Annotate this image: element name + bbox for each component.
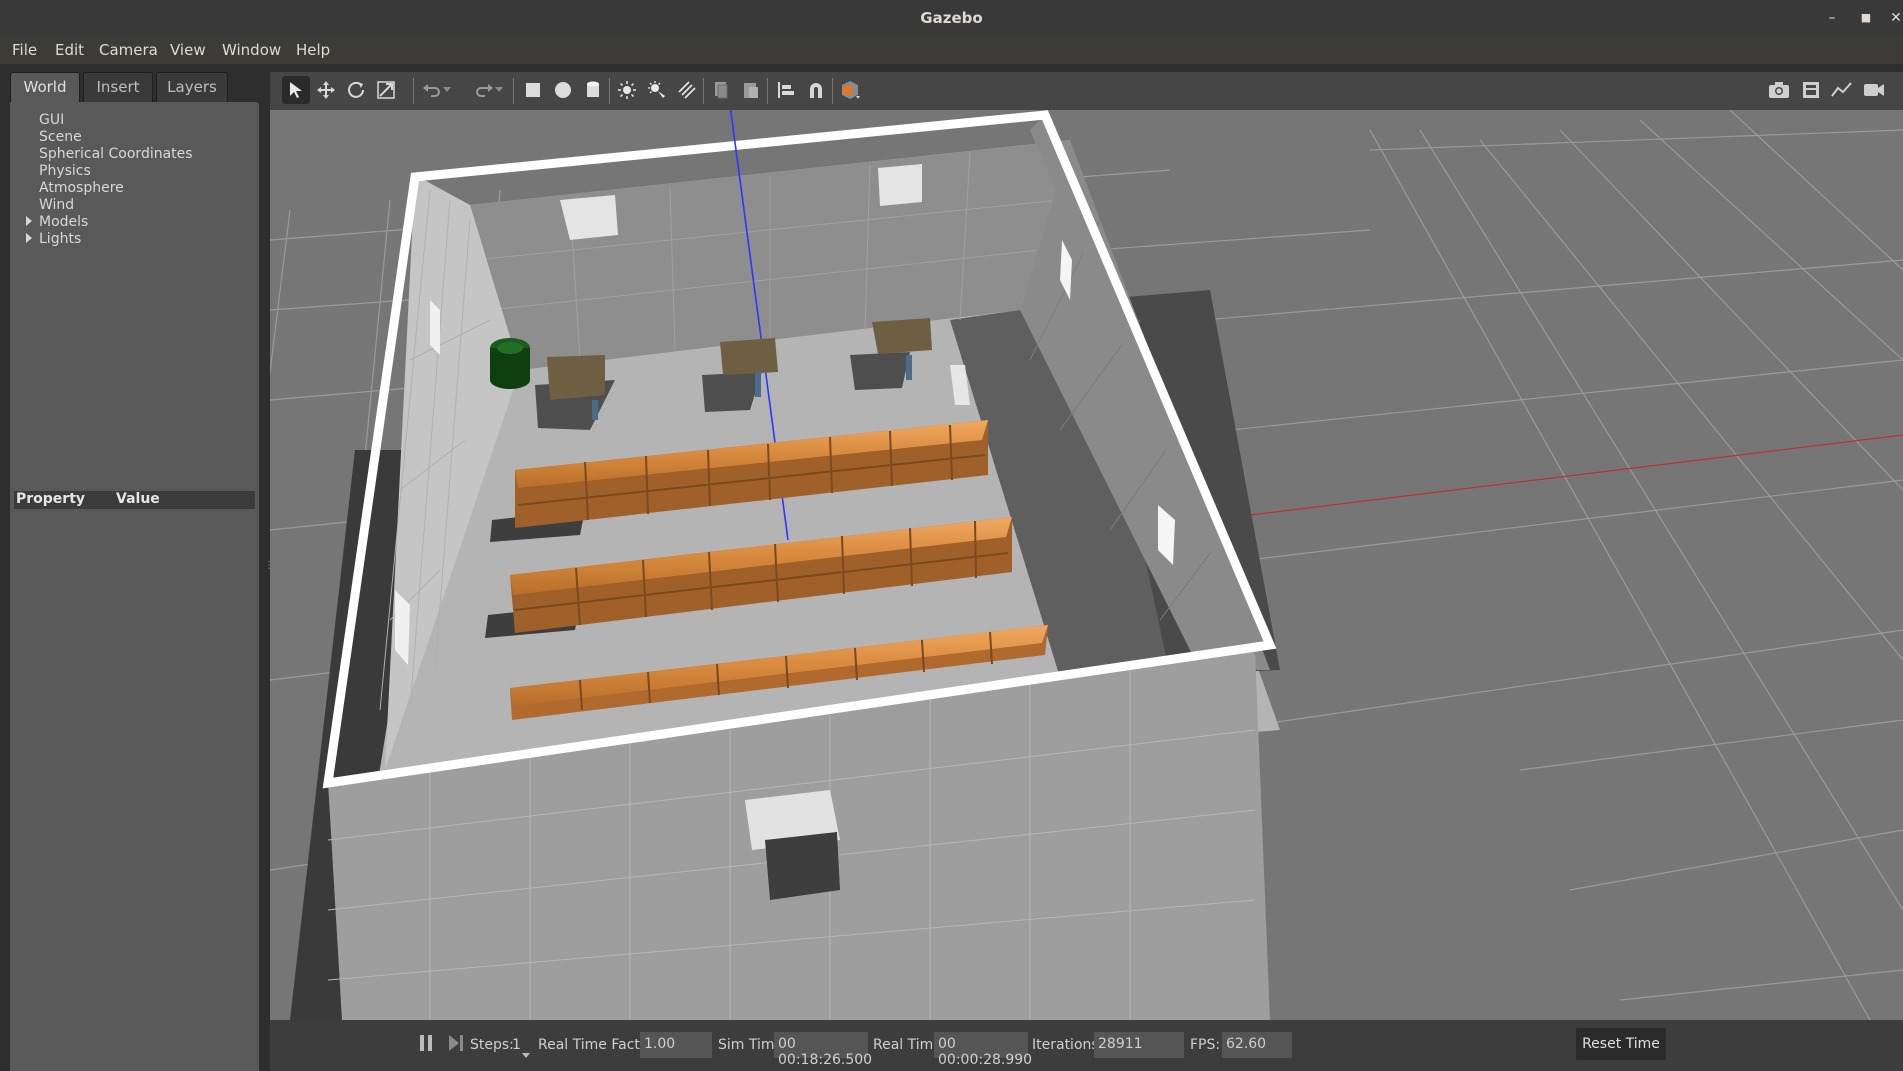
steps-dropdown-icon[interactable] <box>522 1044 530 1063</box>
tree-item-scene[interactable]: Scene <box>39 129 82 145</box>
menu-camera[interactable]: Camera <box>99 41 158 59</box>
property-column-header: Property <box>16 491 86 507</box>
gazebo-window: Gazebo – ■ ✕ File Edit Camera View Windo… <box>0 0 1903 1071</box>
cylinder-shape-icon[interactable] <box>579 76 607 104</box>
window-title: Gazebo <box>920 9 983 27</box>
change-view-icon[interactable] <box>836 76 864 104</box>
real-time-value: 00 00:00:28.990 <box>934 1032 1032 1068</box>
align-icon[interactable] <box>772 76 800 104</box>
left-panel: World Insert Layers GUI Scene Spherical … <box>0 64 264 1071</box>
real-time-factor-value: 1.00 <box>640 1032 712 1058</box>
tab-insert[interactable]: Insert <box>83 72 153 102</box>
wall-window <box>560 195 618 240</box>
reset-time-button[interactable]: Reset Time <box>1576 1028 1666 1060</box>
screenshot-icon[interactable] <box>1765 76 1793 104</box>
tab-world[interactable]: World <box>10 72 80 102</box>
expand-arrow-icon[interactable] <box>26 216 32 226</box>
pause-icon[interactable] <box>418 1034 434 1056</box>
snap-icon[interactable] <box>802 76 830 104</box>
bottom-status-bar: Steps: 1 Real Time Factor: 1.00 Sim Time… <box>270 1020 1903 1071</box>
paste-icon[interactable] <box>737 76 765 104</box>
menu-bar: File Edit Camera View Window Help <box>0 36 1903 64</box>
sim-time-value: 00 00:18:26.500 <box>774 1032 872 1068</box>
wall-window <box>878 164 922 206</box>
front-window <box>765 832 840 900</box>
property-panel: Property Value <box>10 482 259 1071</box>
minimize-icon[interactable]: – <box>1820 6 1844 30</box>
expand-arrow-icon[interactable] <box>26 233 32 243</box>
toolbar-separator <box>767 78 768 104</box>
log-icon[interactable] <box>1797 76 1825 104</box>
title-bar: Gazebo – ■ ✕ <box>0 0 1903 36</box>
fps-label: FPS: <box>1190 1037 1221 1053</box>
maximize-icon[interactable]: ■ <box>1854 6 1878 30</box>
copy-icon[interactable] <box>707 76 735 104</box>
redo-history-dropdown-icon[interactable] <box>492 76 506 104</box>
close-icon[interactable]: ✕ <box>1884 6 1903 30</box>
tree-item-physics[interactable]: Physics <box>39 163 91 179</box>
undo-history-dropdown-icon[interactable] <box>440 76 454 104</box>
tree-item-wind[interactable]: Wind <box>39 197 74 213</box>
select-mode-icon[interactable] <box>282 76 310 104</box>
steps-label: Steps: <box>470 1037 514 1053</box>
tab-layers[interactable]: Layers <box>156 72 228 102</box>
menu-help[interactable]: Help <box>296 41 330 59</box>
toolbar-separator <box>413 78 414 104</box>
tree-item-gui[interactable]: GUI <box>39 112 64 128</box>
point-light-icon[interactable] <box>613 76 641 104</box>
value-column-header: Value <box>116 491 160 507</box>
menu-view[interactable]: View <box>170 41 206 59</box>
tree-item-atmosphere[interactable]: Atmosphere <box>39 180 124 196</box>
box-shape-icon[interactable] <box>519 76 547 104</box>
sphere-shape-icon[interactable] <box>549 76 577 104</box>
panel-splitter-handle[interactable]: ⋮ <box>264 560 274 580</box>
scene-viewport[interactable] <box>270 110 1903 1020</box>
property-header: Property Value <box>14 491 255 509</box>
menu-file[interactable]: File <box>12 41 37 59</box>
spot-light-icon[interactable] <box>643 76 671 104</box>
steps-value[interactable]: 1 <box>512 1037 521 1053</box>
scale-mode-icon[interactable] <box>372 76 400 104</box>
world-tree: GUI Scene Spherical Coordinates Physics … <box>10 102 259 482</box>
toolbar-separator <box>832 78 833 104</box>
directional-light-icon[interactable] <box>673 76 701 104</box>
iterations-value: 28911 <box>1094 1032 1184 1058</box>
scene-render <box>270 110 1903 1020</box>
step-forward-icon[interactable] <box>448 1034 464 1056</box>
tree-item-spherical-coordinates[interactable]: Spherical Coordinates <box>39 146 193 162</box>
translate-mode-icon[interactable] <box>312 76 340 104</box>
toolbar <box>270 72 1903 110</box>
fps-value: 62.60 <box>1222 1032 1292 1058</box>
record-video-icon[interactable] <box>1860 76 1888 104</box>
toolbar-separator <box>513 78 514 104</box>
trash-bin <box>490 338 530 389</box>
iterations-label: Iterations: <box>1032 1037 1104 1053</box>
rotate-mode-icon[interactable] <box>342 76 370 104</box>
tree-item-models[interactable]: Models <box>39 214 88 230</box>
plot-icon[interactable] <box>1828 76 1856 104</box>
menu-window[interactable]: Window <box>222 41 281 59</box>
menu-edit[interactable]: Edit <box>55 41 84 59</box>
toolbar-separator <box>609 78 610 104</box>
tree-item-lights[interactable]: Lights <box>39 231 81 247</box>
toolbar-separator <box>703 78 704 104</box>
